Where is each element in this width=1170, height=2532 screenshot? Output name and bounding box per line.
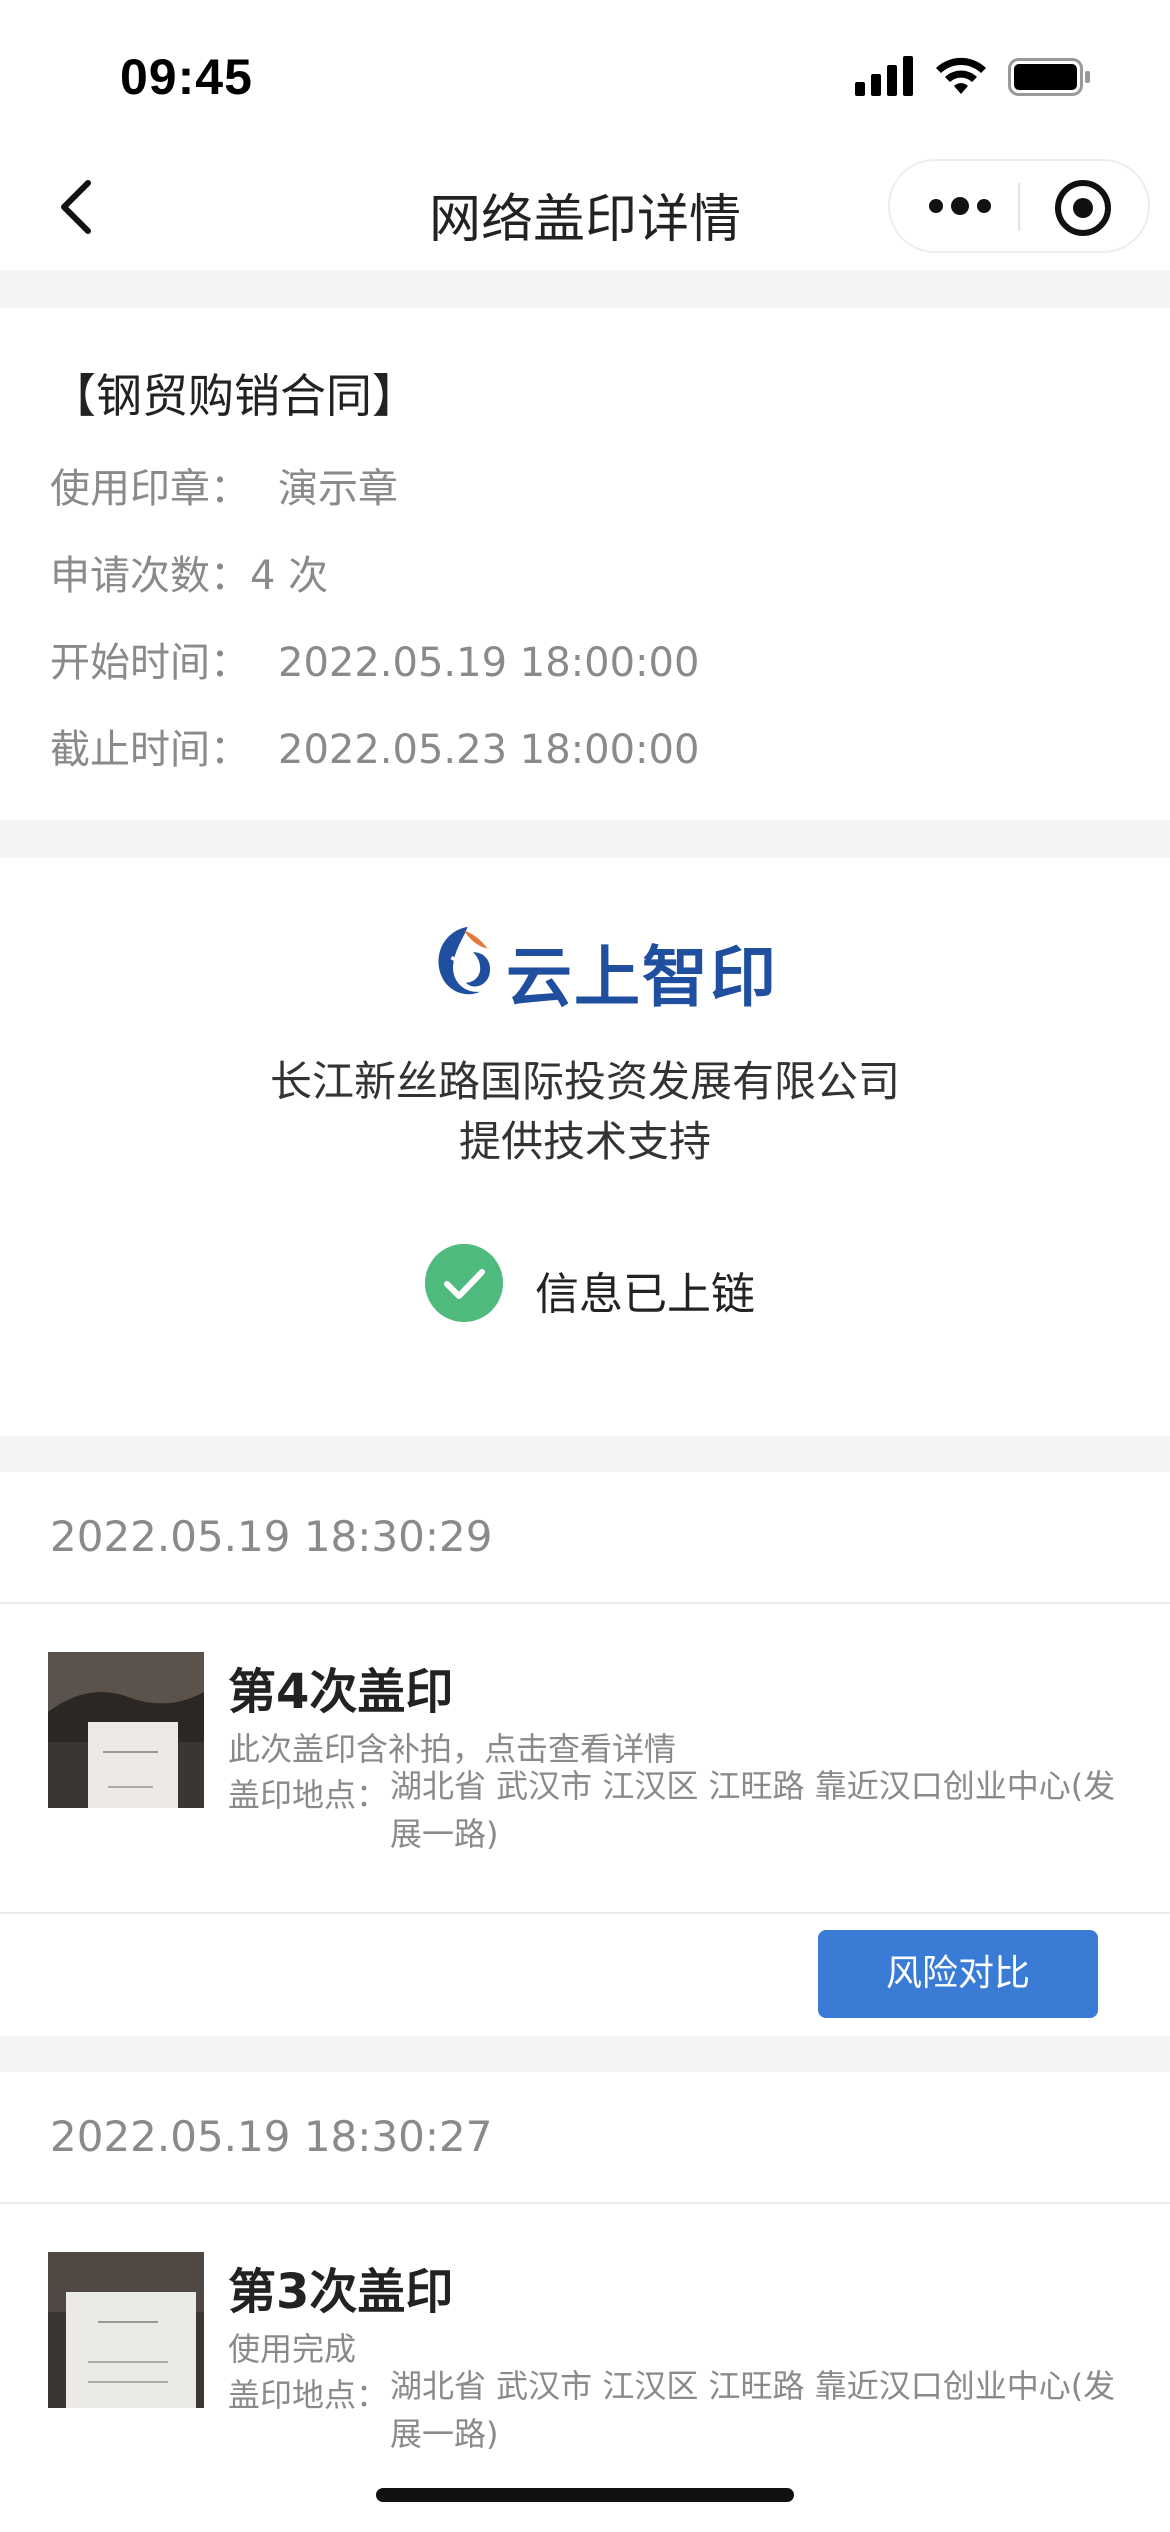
record-title: 第4次盖印 [228,1664,454,1720]
info-label: 开始时间： [50,640,250,686]
battery-icon [1008,58,1090,96]
status-bar: 09:45 [0,0,1170,145]
divider [0,1912,1170,1914]
divider [0,1602,1170,1604]
info-label: 截止时间： [50,727,250,773]
risk-compare-button[interactable]: 风险对比 [818,1930,1098,2018]
divider [0,2202,1170,2204]
record-location: 盖印地点：湖北省 武汉市 江汉区 江旺路 靠近汉口创业中心(发展一路) [228,2367,1128,2458]
close-mini-program-icon[interactable] [1052,177,1114,239]
info-row-count: 申请次数：4 次 [50,543,328,601]
info-row-start-time: 开始时间： 2022.05.19 18:00:00 [50,630,699,688]
info-row-seal: 使用印章： 演示章 [50,456,398,514]
brand-mark-icon [438,926,491,995]
home-indicator[interactable] [376,2488,794,2502]
photo-placeholder-icon [48,2252,204,2408]
cellular-signal-icon [855,56,913,96]
record-datetime: 2022.05.19 18:30:29 [50,1512,493,1561]
photo-placeholder-icon [48,1652,204,1808]
nav-bar: 网络盖印详情 [0,145,1170,270]
stamp-record[interactable]: 2022.05.19 18:30:27 第3次盖印 使用完成 盖印地点：湖北省 … [0,2072,1170,2532]
check-circle-icon [425,1244,503,1322]
company-name: 长江新丝路国际投资发展有限公司 [269,1057,900,1106]
location-label: 盖印地点： [228,2376,389,2414]
status-time: 09:45 [120,49,253,105]
info-value: 4 次 [250,553,329,599]
brand-logo-text: 云上智印 [506,939,778,1016]
brand-card: 云上智印 长江新丝路国际投资发展有限公司 提供技术支持 信息已上链 [0,858,1170,1436]
record-note: 使用完成 [228,2330,357,2368]
wifi-icon [936,57,986,94]
record-datetime: 2022.05.19 18:30:27 [50,2112,493,2161]
info-row-end-time: 截止时间： 2022.05.23 18:00:00 [50,717,699,775]
stamp-photo-thumbnail[interactable] [48,1652,204,1808]
contract-title: 【钢贸购销合同】 [50,369,418,423]
support-text: 提供技术支持 [458,1117,711,1166]
mini-program-capsule [888,159,1150,253]
stamp-record[interactable]: 2022.05.19 18:30:29 第4次盖印 此次盖印含补拍，点击查看详情… [0,1472,1170,2036]
location-value: 湖北省 武汉市 江汉区 江旺路 靠近汉口创业中心(发展一路) [390,2367,1116,2453]
info-label: 申请次数： [50,553,250,599]
chain-status: 信息已上链 [425,1244,825,1324]
info-value: 2022.05.19 18:00:00 [278,640,700,686]
capsule-divider [1018,183,1020,231]
info-label: 使用印章： [50,466,250,512]
record-title: 第3次盖印 [228,2264,454,2320]
brand-logo: 云上智印 [428,918,776,1018]
location-label: 盖印地点： [228,1776,389,1814]
record-location: 盖印地点：湖北省 武汉市 江汉区 江旺路 靠近汉口创业中心(发展一路) [228,1767,1128,1858]
chain-status-text: 信息已上链 [535,1269,755,1320]
location-value: 湖北省 武汉市 江汉区 江旺路 靠近汉口创业中心(发展一路) [390,1767,1116,1853]
info-value: 演示章 [278,466,398,512]
info-value: 2022.05.23 18:00:00 [278,727,700,773]
contract-info-card: 【钢贸购销合同】 使用印章： 演示章 申请次数：4 次 开始时间： 2022.05.… [0,308,1170,820]
more-icon[interactable] [920,175,1000,237]
stamp-photo-thumbnail[interactable] [48,2252,204,2408]
